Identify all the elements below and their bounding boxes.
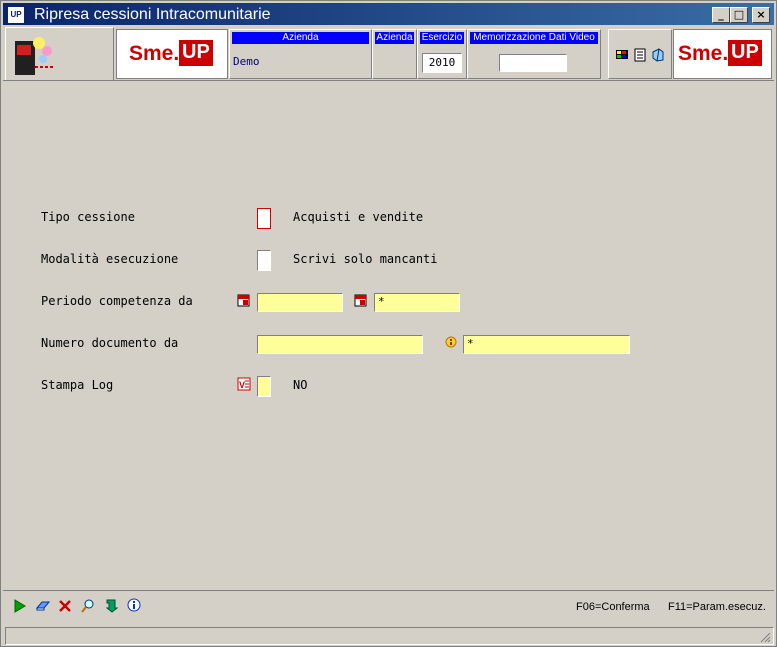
- modalita-field[interactable]: [257, 250, 271, 271]
- status-bar: [5, 627, 774, 645]
- user-panel: [5, 27, 114, 81]
- stampa-log-label: Stampa Log: [41, 378, 114, 392]
- play-icon[interactable]: [13, 599, 27, 613]
- close-button[interactable]: ×: [752, 7, 770, 23]
- cube-icon[interactable]: [651, 48, 665, 62]
- logo-up-text: UP: [728, 40, 762, 66]
- azienda-value: Demo: [233, 55, 260, 68]
- search-icon[interactable]: [81, 599, 95, 613]
- app-icon: UP: [7, 6, 25, 24]
- palette-icon[interactable]: [615, 48, 629, 62]
- modalita-description: Scrivi solo mancanti: [293, 252, 438, 266]
- refresh-icon[interactable]: [104, 599, 118, 613]
- fkey-f11[interactable]: F11=Param.esecuz.: [668, 601, 766, 613]
- info-bulb-icon[interactable]: [444, 335, 458, 349]
- logo-sme-text: Sme.: [678, 42, 729, 65]
- smeup-logo-left: Sme. UP: [116, 29, 228, 79]
- title-bar[interactable]: UP Ripresa cessioni Intracomunitarie _ □…: [3, 3, 774, 25]
- calendar-icon[interactable]: [354, 293, 368, 307]
- minimize-button[interactable]: _: [712, 7, 730, 23]
- header-divider: [3, 80, 774, 81]
- delete-icon[interactable]: [58, 599, 72, 613]
- maximize-button[interactable]: □: [730, 7, 748, 23]
- logo-sme-text: Sme.: [129, 42, 180, 65]
- logo-up-text: UP: [179, 40, 213, 66]
- value-list-icon[interactable]: V: [237, 377, 251, 391]
- svg-text:V: V: [239, 380, 245, 390]
- smeup-logo-right: Sme. UP: [673, 29, 772, 79]
- tools-panel: [608, 29, 672, 79]
- esercizio-label: Esercizio: [420, 32, 464, 44]
- memorizzazione-label: Memorizzazione Dati Video: [470, 32, 598, 44]
- azienda-label: Azienda: [232, 32, 369, 44]
- stampa-log-description: NO: [293, 378, 308, 392]
- numero-from-field[interactable]: [257, 335, 423, 354]
- tipo-cessione-description: Acquisti e vendite: [293, 210, 424, 224]
- azienda2-panel: Azienda: [372, 29, 417, 79]
- modalita-label: Modalità esecuzione: [41, 252, 179, 266]
- main-window: UP Ripresa cessioni Intracomunitarie _ □…: [0, 0, 777, 647]
- numero-to-field[interactable]: *: [463, 335, 630, 354]
- periodo-to-field[interactable]: *: [374, 293, 460, 312]
- periodo-from-field[interactable]: [257, 293, 343, 312]
- memorizzazione-panel: Memorizzazione Dati Video: [467, 29, 601, 79]
- periodo-label: Periodo competenza da: [41, 294, 193, 308]
- memorizzazione-field[interactable]: [499, 54, 567, 72]
- numero-label: Numero documento da: [41, 336, 179, 350]
- fkey-f06[interactable]: F06=Conferma: [576, 601, 650, 613]
- window-title: Ripresa cessioni Intracomunitarie: [34, 6, 271, 23]
- azienda2-label: Azienda: [375, 32, 414, 44]
- footer-divider: [3, 590, 774, 591]
- resize-grip-icon[interactable]: [759, 631, 771, 643]
- info-icon[interactable]: [127, 598, 141, 612]
- tipo-cessione-label: Tipo cessione: [41, 210, 135, 224]
- calendar-icon[interactable]: [237, 293, 251, 307]
- tipo-cessione-field[interactable]: [257, 208, 271, 229]
- azienda-panel: Azienda Demo: [229, 29, 372, 79]
- eraser-icon[interactable]: [36, 599, 50, 613]
- esercizio-field[interactable]: 2010: [422, 53, 462, 73]
- stampa-log-field[interactable]: [257, 376, 271, 397]
- esercizio-panel: Esercizio 2010: [417, 29, 467, 79]
- document-icon[interactable]: [633, 48, 647, 62]
- user-avatar-icon[interactable]: [9, 31, 57, 77]
